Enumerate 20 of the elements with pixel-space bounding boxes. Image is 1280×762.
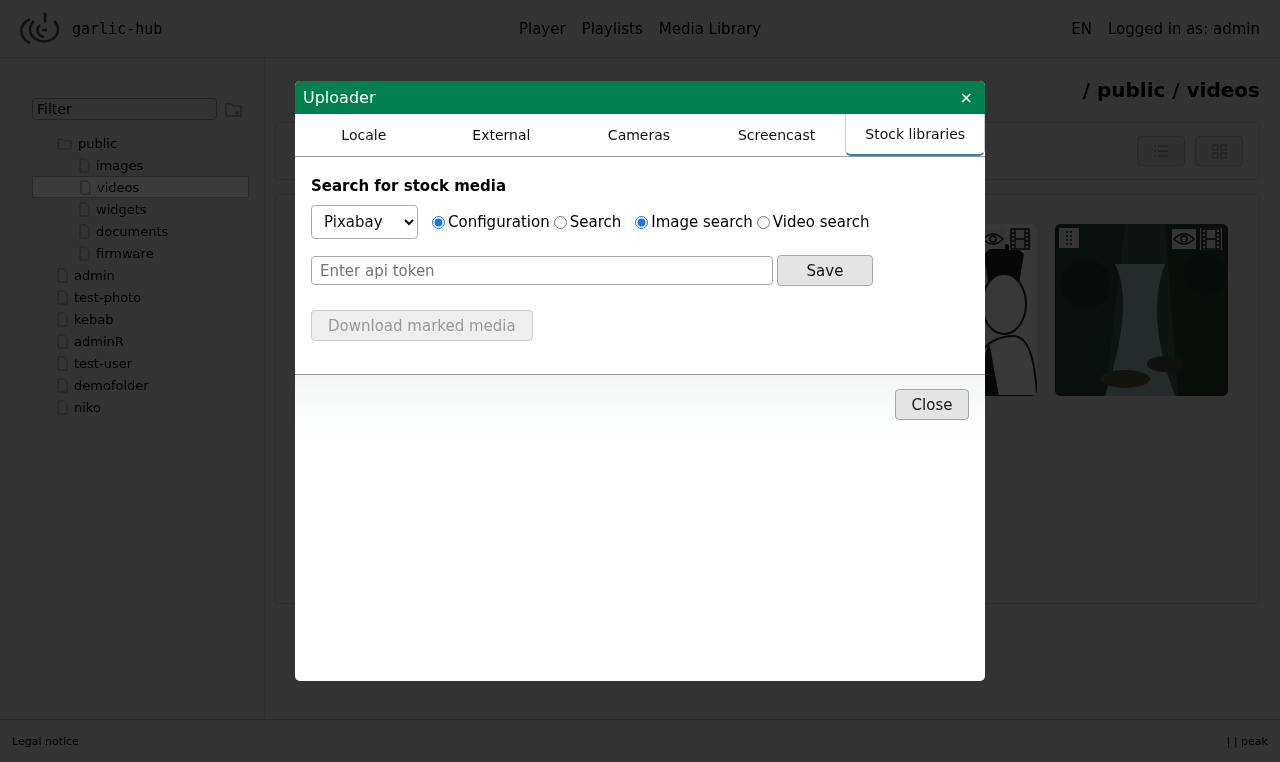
radio-button[interactable] [756,215,770,229]
library-select[interactable]: Pixabay [311,205,418,239]
radio-button[interactable] [553,215,567,229]
radio-button[interactable] [635,215,649,229]
save-button[interactable]: Save [777,255,873,286]
radio-label[interactable]: Image search [651,213,753,231]
file-icon [80,179,91,195]
film-icon[interactable] [1200,228,1222,250]
section-heading: Search for stock media [311,177,507,195]
radio-label[interactable]: Search [569,213,622,231]
api-token-field[interactable]: Enter api token [311,256,773,285]
close-button[interactable]: × [955,88,977,107]
tab[interactable]: Stock libraries [845,114,985,156]
radio-label[interactable]: Configuration [448,213,550,231]
close-dialog-button[interactable]: Close [895,389,969,420]
drag-handle-icon[interactable] [1059,228,1079,248]
tree-item[interactable]: videos [32,176,249,198]
radio-label[interactable]: Video search [772,213,870,231]
radio-button[interactable] [432,215,445,229]
dialog-title: Uploader [303,88,376,107]
